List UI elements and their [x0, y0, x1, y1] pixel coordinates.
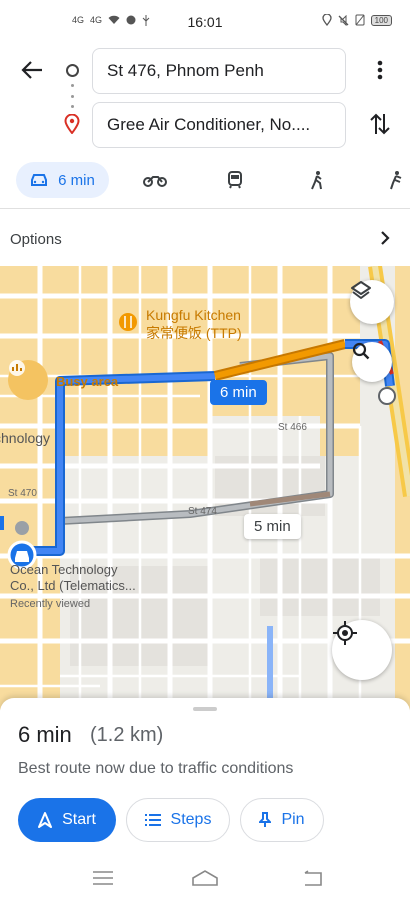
status-time: 16:01 [187, 14, 223, 30]
route-duration: 6 min [18, 722, 72, 747]
chevron-right-icon [381, 231, 390, 245]
mode-ride-tab[interactable] [380, 162, 410, 198]
transit-icon [228, 171, 242, 189]
street-label-st466: St 466 [278, 422, 307, 433]
bar-chart-icon [9, 360, 25, 376]
mode-drive-label: 6 min [58, 171, 95, 189]
location-status-icon [321, 14, 332, 26]
map-view[interactable]: Kungfu Kitchen 家常便饭 (TTP) Busy area chno… [0, 266, 410, 710]
back-system-icon [304, 870, 322, 886]
route-reason: Best route now due to traffic conditions [18, 760, 294, 777]
motorbike-icon [143, 176, 167, 187]
street-label-st474: St 474 [188, 506, 217, 517]
start-label: Start [62, 811, 96, 828]
system-navigation-bar [0, 860, 410, 900]
street-label-st470: St 470 [8, 488, 37, 499]
mute-icon [338, 14, 349, 26]
pin-label: Pin [281, 811, 305, 828]
messenger-icon [126, 15, 136, 28]
status-bar: 4G 4G 16:01 100 [0, 0, 410, 44]
menu-icon [93, 871, 113, 885]
pin-button[interactable]: Pin [240, 798, 324, 842]
divider [0, 208, 410, 209]
list-icon [144, 814, 161, 826]
poi-kungfu-kitchen[interactable]: Kungfu Kitchen 家常便饭 (TTP) [146, 306, 242, 342]
battery-icon: 100 [370, 14, 392, 26]
signal-icon: 4G [72, 15, 85, 25]
walk-icon [311, 171, 322, 190]
steps-label: Steps [170, 811, 212, 828]
recently-viewed-label: Recently viewed [10, 598, 91, 610]
poi-ocean-technology[interactable]: Ocean Technology Co., Ltd (Telematics... [10, 562, 136, 594]
more-options-button[interactable] [370, 56, 390, 84]
status-left-icons: 4G 4G [72, 15, 150, 28]
poi-technology-label: chnology [0, 430, 51, 446]
no-sim-icon [355, 14, 365, 26]
busy-area-badge[interactable] [8, 360, 48, 400]
wifi-icon [108, 15, 120, 28]
mode-transit-tab[interactable] [220, 162, 250, 198]
options-row[interactable]: Options [0, 214, 410, 264]
mode-drive-tab[interactable]: 6 min [16, 162, 109, 198]
home-button[interactable] [190, 866, 220, 890]
usb-icon [142, 15, 150, 28]
mode-motorbike-tab[interactable] [138, 162, 172, 198]
travel-mode-tabs: 6 min [0, 158, 410, 206]
alt-route-time-label[interactable]: 5 min [244, 514, 301, 539]
steps-button[interactable]: Steps [126, 798, 230, 842]
primary-route-time-label[interactable]: 6 min [210, 380, 267, 405]
search-icon [352, 342, 370, 360]
destination-pin-icon [64, 113, 80, 139]
search-along-route-button[interactable] [352, 342, 392, 382]
route-summary-sheet: 6 min (1.2 km) Best route now due to tra… [0, 698, 410, 860]
status-right-icons: 100 [321, 14, 392, 26]
swap-vert-icon [370, 113, 390, 135]
origin-circle-icon [66, 64, 79, 77]
pin-icon [259, 812, 272, 827]
layers-button[interactable] [350, 280, 394, 324]
route-dots-icon [71, 84, 74, 108]
mode-walk-tab[interactable] [302, 162, 332, 198]
crosshair-icon [333, 621, 357, 645]
home-icon [192, 870, 218, 886]
sheet-drag-handle[interactable] [193, 707, 217, 711]
recent-apps-button[interactable] [88, 866, 118, 890]
layers-icon [351, 281, 371, 299]
directions-header: St 476, Phnom Penh Gree Air Conditioner,… [0, 44, 410, 156]
more-vert-icon [377, 60, 383, 80]
route-distance: (1.2 km) [90, 724, 164, 746]
signal-icon: 4G [90, 15, 103, 25]
back-system-button[interactable] [298, 866, 328, 890]
origin-field[interactable]: St 476, Phnom Penh [92, 48, 346, 94]
busy-area-label: Busy area [56, 374, 119, 389]
car-icon [31, 174, 48, 186]
back-button[interactable] [18, 56, 46, 84]
back-arrow-icon [21, 61, 42, 79]
swap-button[interactable] [368, 110, 392, 138]
ride-icon [390, 171, 402, 190]
start-button[interactable]: Start [18, 798, 116, 842]
destination-field[interactable]: Gree Air Conditioner, No.... [92, 102, 346, 148]
navigation-arrow-icon [38, 812, 53, 828]
my-location-button[interactable] [332, 620, 392, 680]
